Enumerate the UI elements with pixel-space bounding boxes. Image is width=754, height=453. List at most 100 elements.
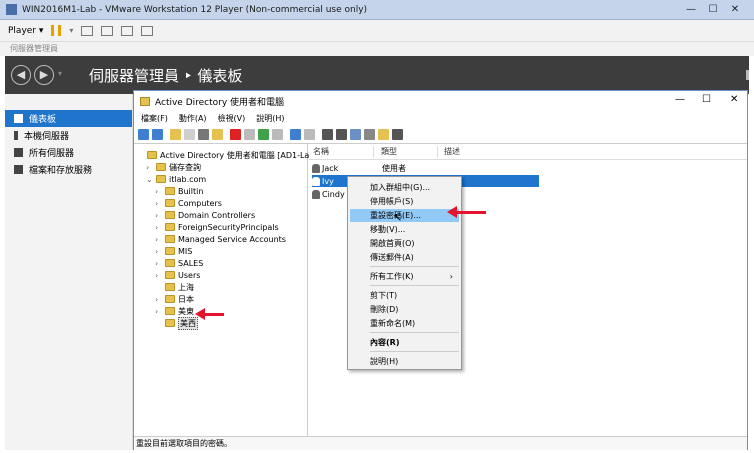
- context-menu-item[interactable]: 停用帳戶(S): [350, 195, 459, 208]
- tree-node[interactable]: › 美東: [155, 305, 194, 317]
- forward-arrow-icon[interactable]: [152, 129, 163, 140]
- tree-node[interactable]: › MIS: [155, 245, 192, 257]
- tree-node[interactable]: › Computers: [155, 197, 222, 209]
- devices-icon[interactable]: [81, 25, 94, 36]
- context-menu-item[interactable]: 剪下(T): [350, 289, 459, 302]
- tree-node[interactable]: › Domain Controllers: [155, 209, 255, 221]
- column-header-name[interactable]: 名稱: [313, 146, 329, 158]
- chevron-down-icon[interactable]: ▾: [69, 26, 73, 35]
- context-menu-item[interactable]: 開啟首頁(O): [350, 237, 459, 250]
- menu-view[interactable]: 檢視(V): [218, 113, 246, 124]
- sidebar-item-dashboard[interactable]: 儀表板: [5, 110, 132, 127]
- column-divider[interactable]: [373, 146, 374, 158]
- tree-node[interactable]: › ForeignSecurityPrincipals: [155, 221, 279, 233]
- add-to-group-icon[interactable]: [392, 129, 403, 140]
- fullscreen-icon[interactable]: [121, 25, 134, 36]
- menu-item-label: 停用帳戶(S): [370, 197, 414, 206]
- column-header-type[interactable]: 類型: [381, 146, 397, 158]
- folder-up-icon[interactable]: [170, 129, 181, 140]
- table-row[interactable]: Jack 使用者: [312, 162, 742, 174]
- expand-chevron-icon[interactable]: ›: [155, 271, 162, 280]
- player-menu[interactable]: Player ▾: [8, 26, 43, 36]
- expand-chevron-icon[interactable]: ⌄: [146, 175, 153, 184]
- context-menu-item[interactable]: 刪除(D): [350, 303, 459, 316]
- tree-node[interactable]: › SALES: [155, 257, 203, 269]
- tree-node-label: SALES: [178, 258, 204, 268]
- new-user-icon[interactable]: [322, 129, 333, 140]
- expand-chevron-icon[interactable]: ›: [155, 223, 162, 232]
- expand-chevron-icon[interactable]: ›: [155, 295, 162, 304]
- new-group-icon[interactable]: [336, 129, 347, 140]
- maximize-button[interactable]: ☐: [706, 3, 720, 16]
- annotation-arrow: [195, 308, 224, 320]
- export-icon[interactable]: [272, 129, 283, 140]
- send-keys-icon[interactable]: [101, 25, 114, 36]
- ad-close-button[interactable]: ✕: [730, 94, 738, 105]
- close-button[interactable]: ✕: [728, 3, 742, 16]
- expand-chevron-icon[interactable]: ›: [155, 235, 162, 244]
- folder-icon: [156, 163, 166, 171]
- ad-window-title: Active Directory 使用者和電腦: [155, 97, 285, 108]
- context-menu-item[interactable]: 說明(H): [350, 355, 459, 368]
- tree-root[interactable]: Active Directory 使用者和電腦 [AD1-Lab.itlab: [137, 149, 335, 161]
- row-name: Jack: [322, 163, 339, 173]
- forward-button[interactable]: ▶: [34, 65, 54, 85]
- copy-icon[interactable]: [212, 129, 223, 140]
- ad-minimize-button[interactable]: —: [675, 94, 685, 105]
- menu-item-label: 傳送郵件(A): [370, 253, 414, 262]
- menu-help[interactable]: 說明(H): [256, 113, 284, 124]
- tree-node-label: Builtin: [178, 186, 204, 196]
- expand-chevron-icon[interactable]: ›: [155, 199, 162, 208]
- find-icon[interactable]: [378, 129, 389, 140]
- tree-node[interactable]: › Builtin: [155, 185, 203, 197]
- column-header-description[interactable]: 描述: [444, 146, 460, 158]
- back-arrow-icon[interactable]: [138, 129, 149, 140]
- context-menu-item[interactable]: 加入群組中(G)...: [350, 181, 459, 194]
- sidebar-item-file-storage[interactable]: 檔案和存放服務: [5, 161, 132, 178]
- minimize-button[interactable]: —: [684, 3, 698, 16]
- details-icon[interactable]: [304, 129, 315, 140]
- back-button[interactable]: ◀: [11, 65, 31, 85]
- delete-icon[interactable]: [230, 129, 241, 140]
- expand-chevron-icon[interactable]: ›: [155, 259, 162, 268]
- new-ou-icon[interactable]: [350, 129, 361, 140]
- sidebar-item-label: 檔案和存放服務: [29, 166, 93, 176]
- context-menu-item[interactable]: 傳送郵件(A): [350, 251, 459, 264]
- cut-icon[interactable]: [198, 129, 209, 140]
- refresh-icon[interactable]: [258, 129, 269, 140]
- help-icon[interactable]: [290, 129, 301, 140]
- pause-icon[interactable]: [51, 25, 62, 36]
- folder-icon: [147, 151, 157, 159]
- ad-maximize-button[interactable]: ☐: [702, 94, 711, 105]
- context-menu-item[interactable]: 所有工作(K) ›: [350, 270, 459, 283]
- console-tree-icon[interactable]: [184, 129, 195, 140]
- column-divider[interactable]: [437, 146, 438, 158]
- sidebar-item-all-servers[interactable]: 所有伺服器: [5, 144, 132, 161]
- context-menu-item[interactable]: 內容(R): [350, 336, 459, 349]
- folder-icon: [165, 295, 175, 303]
- context-menu-item[interactable]: 重新命名(M): [350, 317, 459, 330]
- scrollbar-thumb[interactable]: [746, 70, 749, 80]
- context-menu-item[interactable]: 移動(V)...: [350, 223, 459, 236]
- folder-icon: [165, 199, 175, 207]
- expand-chevron-icon[interactable]: ›: [146, 163, 153, 172]
- tree-node[interactable]: › Users: [155, 269, 200, 281]
- expand-chevron-icon[interactable]: ›: [155, 307, 162, 316]
- expand-chevron-icon[interactable]: ›: [155, 187, 162, 196]
- tree-node[interactable]: › 儲存查詢: [146, 161, 201, 173]
- filter-icon[interactable]: [364, 129, 375, 140]
- tree-node[interactable]: ⌄ itlab.com: [146, 173, 206, 185]
- tree-node[interactable]: 美西: [155, 316, 198, 330]
- menu-action[interactable]: 動作(A): [179, 113, 207, 124]
- unity-icon[interactable]: [141, 25, 154, 36]
- tree-node[interactable]: 上海: [155, 281, 194, 293]
- menu-file[interactable]: 檔案(F): [141, 113, 168, 124]
- expand-chevron-icon[interactable]: ›: [155, 247, 162, 256]
- history-dropdown-icon[interactable]: ▾: [58, 69, 62, 78]
- properties-icon[interactable]: [244, 129, 255, 140]
- expand-chevron-icon[interactable]: ›: [155, 211, 162, 220]
- sidebar-item-local-server[interactable]: 本機伺服器: [5, 127, 132, 144]
- tree-node[interactable]: › 日本: [155, 293, 194, 305]
- context-menu-item[interactable]: 重設密碼(E)... ↖: [350, 209, 459, 224]
- tree-node[interactable]: › Managed Service Accounts: [155, 233, 286, 245]
